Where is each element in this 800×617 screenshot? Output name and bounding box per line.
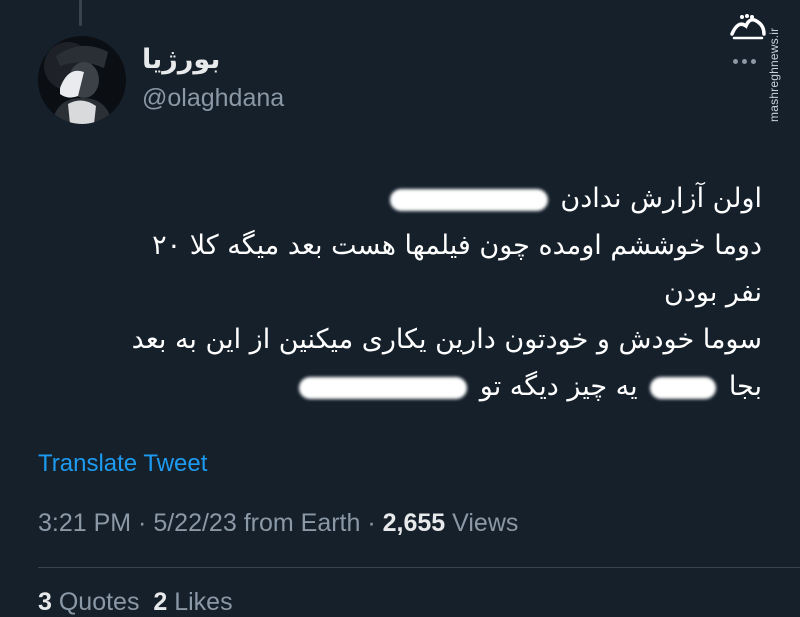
avatar[interactable] <box>38 36 126 124</box>
meta-separator: · <box>360 509 383 537</box>
views-label: Views <box>445 509 519 537</box>
redaction-mark <box>389 188 548 211</box>
views-count[interactable]: 2,655 <box>383 509 446 537</box>
tweet-time[interactable]: 3:21 PM <box>38 509 131 537</box>
tweet-line-4: سوما خودش و خودتون دارین یکاری میکنین از… <box>131 324 762 355</box>
tweet-line-2: دوما خوششم اومده چون فیلمها هست بعد میگه… <box>152 230 762 261</box>
redaction-mark <box>299 376 468 399</box>
meta-separator: · <box>131 509 154 537</box>
watermark-logo <box>728 12 768 42</box>
tweet-line-5-part-1: بجا <box>728 371 762 402</box>
quotes-count: 3 <box>38 588 52 616</box>
tweet-line-3: نفر بودن <box>664 277 762 308</box>
thread-connector-line <box>79 0 82 26</box>
divider <box>38 567 800 568</box>
quotes-stat[interactable]: 3 Quotes <box>38 588 139 616</box>
tweet-text: اولن آزارش ندادن دوما خوششم اومده چون فی… <box>40 175 762 410</box>
tweet-date[interactable]: 5/22/23 <box>153 509 236 537</box>
translate-tweet-link[interactable]: Translate Tweet <box>38 450 207 478</box>
engagement-stats: 3 Quotes 2 Likes <box>38 588 233 617</box>
likes-stat[interactable]: 2 Likes <box>153 588 232 616</box>
likes-label: Likes <box>167 588 233 616</box>
tweet-line-1-text: اولن آزارش ندادن <box>560 183 762 214</box>
watermark-url: mashreghnews.ir <box>767 27 781 122</box>
quotes-label: Quotes <box>51 588 140 616</box>
likes-count: 2 <box>153 588 168 616</box>
avatar-image <box>38 36 126 124</box>
more-horizontal-icon[interactable] <box>733 54 759 68</box>
tweet-line-5: بجا یه چیز دیگه تو <box>40 363 762 410</box>
tweet-metadata: 3:21 PM · 5/22/23 from Earth · 2,655 Vie… <box>38 509 518 538</box>
redaction-mark <box>650 376 717 399</box>
tweet-source: from Earth <box>236 509 361 537</box>
tweet-line-1: اولن آزارش ندادن <box>40 175 762 222</box>
tweet-line-5-part-2: یه چیز دیگه تو <box>479 371 638 402</box>
user-handle[interactable]: @olaghdana <box>142 84 284 113</box>
display-name[interactable]: بورژیا <box>142 44 462 75</box>
